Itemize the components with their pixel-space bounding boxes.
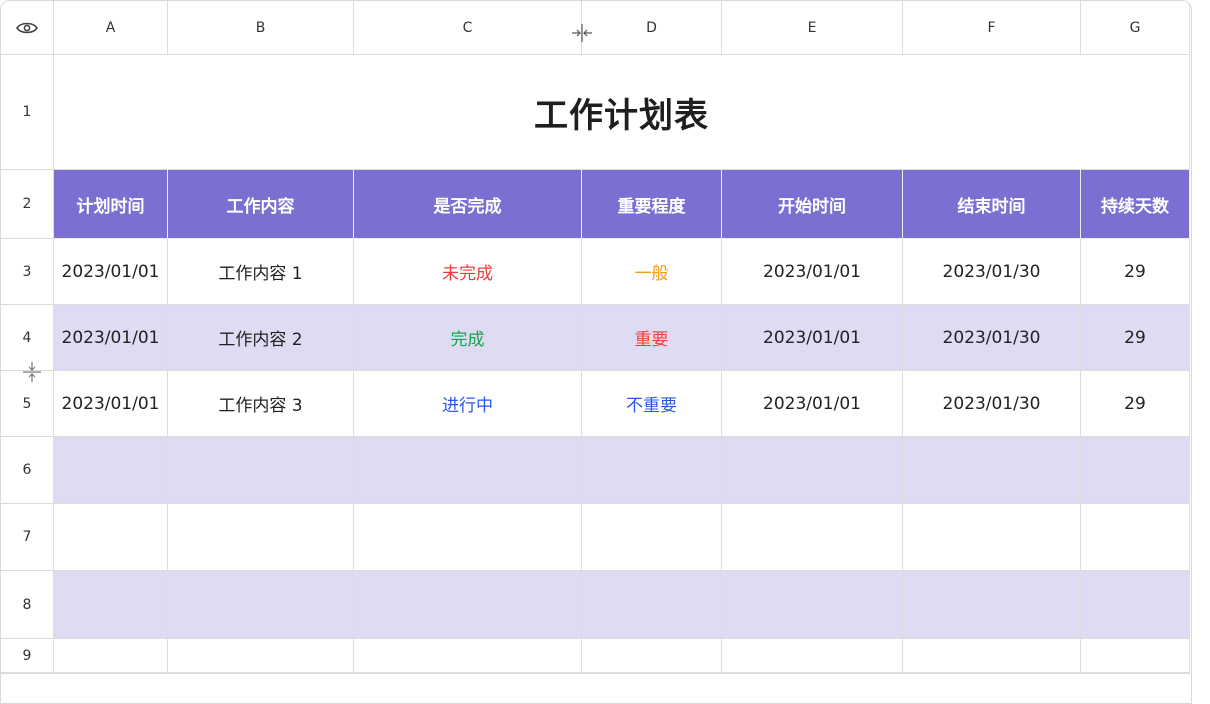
column-header-a[interactable]: A	[54, 1, 168, 55]
table-cell[interactable]: 29	[1081, 305, 1190, 371]
empty-cell[interactable]	[903, 639, 1081, 673]
row-header-2[interactable]: 2	[1, 170, 54, 239]
column-header-g[interactable]: G	[1081, 1, 1190, 55]
status-cell[interactable]: 完成	[354, 305, 582, 371]
empty-cell[interactable]	[1081, 639, 1190, 673]
empty-cell[interactable]	[903, 437, 1081, 504]
empty-cell[interactable]	[54, 571, 168, 639]
table-cell[interactable]: 2023/01/01	[54, 371, 168, 437]
header-completed[interactable]: 是否完成	[354, 170, 582, 239]
empty-cell[interactable]	[903, 673, 1081, 674]
select-all-corner[interactable]	[1, 1, 54, 55]
column-header-e[interactable]: E	[722, 1, 903, 55]
column-header-f[interactable]: F	[903, 1, 1081, 55]
empty-cell[interactable]	[582, 437, 722, 504]
table-cell[interactable]: 29	[1081, 239, 1190, 305]
header-start-time[interactable]: 开始时间	[722, 170, 903, 239]
importance-cell[interactable]: 不重要	[582, 371, 722, 437]
empty-cell[interactable]	[168, 673, 354, 674]
empty-cell[interactable]	[168, 571, 354, 639]
header-duration[interactable]: 持续天数	[1081, 170, 1190, 239]
table-cell[interactable]: 2023/01/01	[722, 371, 903, 437]
empty-cell[interactable]	[582, 639, 722, 673]
empty-cell[interactable]	[903, 504, 1081, 571]
row-header-6[interactable]: 6	[1, 437, 54, 504]
empty-cell[interactable]	[722, 437, 903, 504]
empty-cell[interactable]	[1081, 571, 1190, 639]
table-cell[interactable]: 29	[1081, 371, 1190, 437]
row-header-partial[interactable]	[1, 673, 54, 674]
empty-cell[interactable]	[354, 504, 582, 571]
importance-cell[interactable]: 重要	[582, 305, 722, 371]
empty-cell[interactable]	[903, 571, 1081, 639]
table-cell[interactable]: 2023/01/30	[903, 371, 1081, 437]
empty-cell[interactable]	[1081, 673, 1190, 674]
empty-cell[interactable]	[722, 673, 903, 674]
table-cell[interactable]: 2023/01/30	[903, 305, 1081, 371]
header-plan-time[interactable]: 计划时间	[54, 170, 168, 239]
empty-cell[interactable]	[722, 504, 903, 571]
row-header-7[interactable]: 7	[1, 504, 54, 571]
column-header-c[interactable]: C	[354, 1, 582, 55]
column-header-b[interactable]: B	[168, 1, 354, 55]
empty-cell[interactable]	[354, 673, 582, 674]
empty-cell[interactable]	[54, 437, 168, 504]
empty-cell[interactable]	[354, 571, 582, 639]
empty-cell[interactable]	[582, 504, 722, 571]
table-cell[interactable]: 2023/01/01	[722, 239, 903, 305]
table-cell[interactable]: 工作内容 1	[168, 239, 354, 305]
eye-icon[interactable]	[16, 21, 38, 35]
empty-cell[interactable]	[54, 639, 168, 673]
row-header-3[interactable]: 3	[1, 239, 54, 305]
spreadsheet: A B C D E F G 1 工作计划表 2 计划时间 工作内容 是否完成 重…	[0, 0, 1192, 704]
table-cell[interactable]: 2023/01/01	[722, 305, 903, 371]
sheet-grid: A B C D E F G 1 工作计划表 2 计划时间 工作内容 是否完成 重…	[1, 1, 1191, 674]
empty-cell[interactable]	[54, 504, 168, 571]
sheet-title[interactable]: 工作计划表	[54, 55, 1190, 170]
table-cell[interactable]: 2023/01/30	[903, 239, 1081, 305]
row-header-8[interactable]: 8	[1, 571, 54, 639]
table-cell[interactable]: 工作内容 3	[168, 371, 354, 437]
column-header-d[interactable]: D	[582, 1, 722, 55]
empty-cell[interactable]	[582, 571, 722, 639]
empty-cell[interactable]	[168, 437, 354, 504]
header-end-time[interactable]: 结束时间	[903, 170, 1081, 239]
header-importance[interactable]: 重要程度	[582, 170, 722, 239]
empty-cell[interactable]	[722, 639, 903, 673]
status-cell[interactable]: 未完成	[354, 239, 582, 305]
empty-cell[interactable]	[54, 673, 168, 674]
empty-cell[interactable]	[354, 437, 582, 504]
empty-cell[interactable]	[582, 673, 722, 674]
row-resize-icon[interactable]	[21, 361, 43, 383]
column-resize-icon[interactable]	[571, 22, 593, 44]
empty-cell[interactable]	[168, 639, 354, 673]
table-cell[interactable]: 工作内容 2	[168, 305, 354, 371]
row-header-9[interactable]: 9	[1, 639, 54, 673]
status-cell[interactable]: 进行中	[354, 371, 582, 437]
table-cell[interactable]: 2023/01/01	[54, 239, 168, 305]
table-cell[interactable]: 2023/01/01	[54, 305, 168, 371]
empty-cell[interactable]	[1081, 437, 1190, 504]
row-header-1[interactable]: 1	[1, 55, 54, 170]
importance-cell[interactable]: 一般	[582, 239, 722, 305]
empty-cell[interactable]	[168, 504, 354, 571]
header-work-content[interactable]: 工作内容	[168, 170, 354, 239]
empty-cell[interactable]	[1081, 504, 1190, 571]
empty-cell[interactable]	[722, 571, 903, 639]
empty-cell[interactable]	[354, 639, 582, 673]
